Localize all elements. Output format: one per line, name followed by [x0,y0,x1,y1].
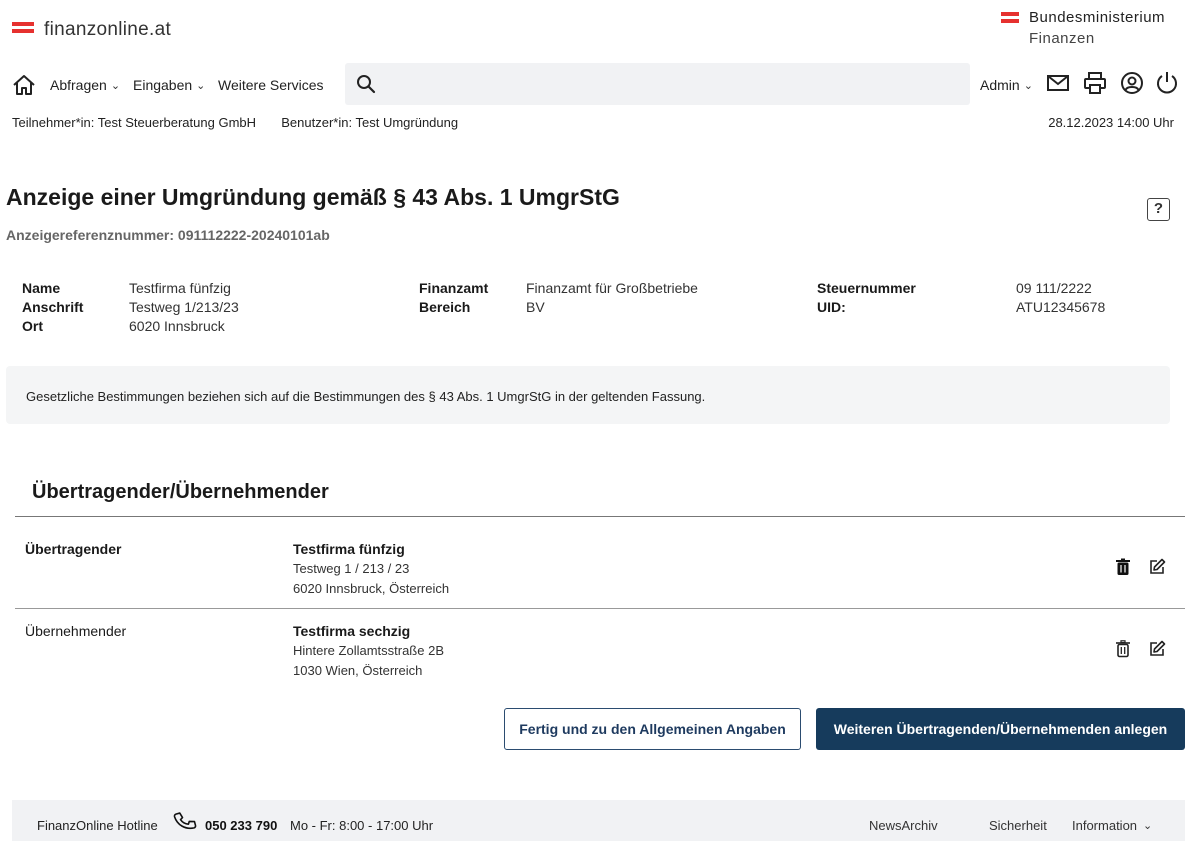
search-input[interactable] [345,63,970,105]
row-label-uebernehmender: Übernehmender [25,623,127,639]
ministry-name-line1: Bundesministerium [1029,9,1166,26]
trash-icon[interactable] [1114,558,1132,576]
nav-abfragen-label: Abfragen [50,77,107,93]
footer-link-sicherheit[interactable]: Sicherheit [989,818,1047,833]
ministry-name-line2: Finanzen [1029,30,1095,47]
uid-value: ATU12345678 [1016,299,1106,315]
name-value: Testfirma fünfzig [129,280,231,296]
bereich-value: BV [526,299,545,315]
session-datetime: 28.12.2023 14:00 Uhr [1048,115,1174,130]
edit-icon[interactable] [1148,558,1166,576]
chevron-down-icon: ⌄ [1023,79,1033,92]
reference-number: Anzeigereferenznummer: 091112222-2024010… [6,227,330,243]
footer-hotline-hours: Mo - Fr: 8:00 - 17:00 Uhr [290,818,434,833]
benutzer-value: Test Umgründung [355,115,459,130]
phone-icon [173,812,197,830]
steuernummer-label: Steuernummer [817,280,916,296]
edit-icon[interactable] [1148,640,1166,658]
legal-notice-text: Gesetzliche Bestimmungen beziehen sich a… [26,389,706,404]
chevron-down-icon: ⌄ [1143,820,1153,832]
home-icon[interactable] [12,74,36,96]
chevron-down-icon: ⌄ [196,79,206,92]
finish-general-info-button[interactable]: Fertig und zu den Allgemeinen Angaben [504,708,801,750]
bereich-label: Bereich [419,299,471,315]
uid-label: UID: [817,299,846,315]
footer-hotline-number[interactable]: 050 233 790 [205,818,277,833]
row-name: Testfirma fünfzig [293,541,405,557]
finanzamt-label: Finanzamt [419,280,489,296]
help-icon[interactable]: ? [1147,198,1170,221]
row-name: Testfirma sechzig [293,623,411,639]
footer-hotline-label: FinanzOnline Hotline [37,818,158,833]
section-title: Übertragender/Übernehmender [32,481,329,503]
row-address-line2: 1030 Wien, Österreich [293,663,423,678]
admin-label: Admin [980,77,1020,93]
chevron-down-icon: ⌄ [110,79,121,92]
nav-weitere-services[interactable]: Weitere Services [218,77,324,93]
nav-abfragen[interactable]: Abfragen ⌄ [50,77,120,93]
power-icon[interactable] [1155,71,1179,95]
nav-eingaben-label: Eingaben [133,77,193,93]
search-icon[interactable] [356,74,376,94]
footer-information-label: Information [1072,818,1138,833]
mail-icon[interactable] [1046,71,1070,95]
nav-eingaben[interactable]: Eingaben ⌄ [133,77,205,93]
section-divider [15,516,1185,517]
admin-menu[interactable]: Admin ⌄ [980,77,1033,93]
steuernummer-value: 09 111/2222 [1016,280,1092,296]
ort-label: Ort [22,318,43,334]
footer-link-information[interactable]: Information ⌄ [1072,818,1152,833]
row-label-uebertragender: Übertragender [25,541,122,557]
finanzonline-logo-icon[interactable] [12,22,34,36]
user-icon[interactable] [1120,71,1144,95]
row-address-line1: Hintere Zollamtsstraße 2B [293,643,444,658]
trash-icon[interactable] [1114,640,1132,658]
name-label: Name [22,280,61,296]
ort-value: 6020 Innsbruck [129,318,225,334]
brand-name[interactable]: finanzonline.at [44,19,171,41]
page-title: Anzeige einer Umgründung gemäß § 43 Abs.… [6,184,620,210]
session-info: Teilnehmer*in: Test Steuerberatung GmbH … [12,115,458,130]
row-address-line2: 6020 Innsbruck, Österreich [293,581,450,596]
benutzer-label: Benutzer*in: [281,115,353,130]
teilnehmer-value: Test Steuerberatung GmbH [97,115,257,130]
add-transferor-button[interactable]: Weiteren Übertragenden/Übernehmenden anl… [816,708,1185,750]
teilnehmer-label: Teilnehmer*in: [12,115,95,130]
row-address-line1: Testweg 1 / 213 / 23 [293,561,410,576]
anschrift-value: Testweg 1/213/23 [129,299,239,315]
ministry-logo-icon [1001,12,1019,24]
footer-link-newsarchiv[interactable]: NewsArchiv [869,818,938,833]
row-divider [15,608,1185,609]
print-icon[interactable] [1083,71,1107,95]
finanzamt-value: Finanzamt für Großbetriebe [526,280,698,296]
anschrift-label: Anschrift [22,299,84,315]
